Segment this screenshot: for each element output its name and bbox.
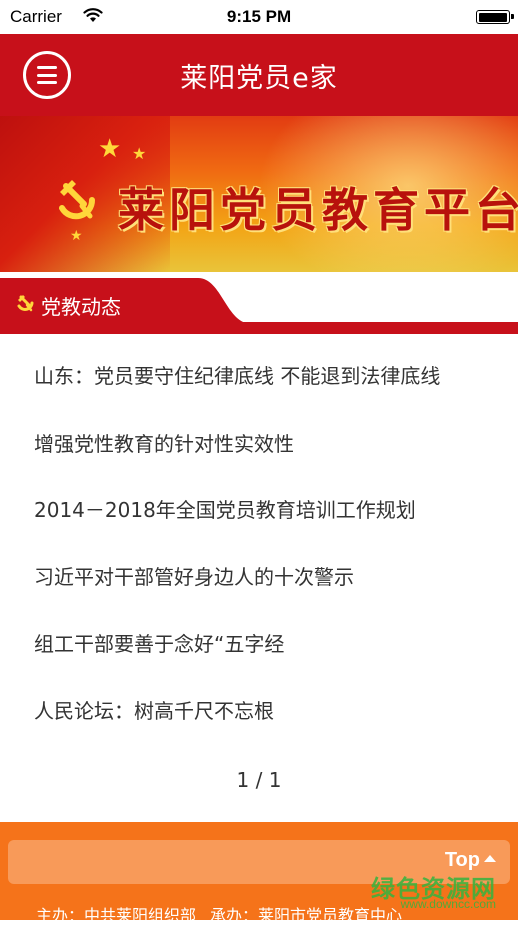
back-to-top-label: Top xyxy=(444,849,480,871)
pagination: 1 / 1 xyxy=(236,768,282,792)
status-bar: Carrier 9:15 PM xyxy=(0,0,518,34)
banner-title: 莱阳党员教育平台 xyxy=(118,183,518,237)
status-time: 9:15 PM xyxy=(226,7,292,26)
star-icon: ★ xyxy=(98,134,122,164)
footer: Top 主办：中共莱阳组织部 承办：莱阳市党员教育中心 绿色资源网 www.dow… xyxy=(0,822,518,925)
star-icon: ★ xyxy=(70,228,83,244)
news-card: 党教动态 山东：党员要守住纪律底线 不能退到法律底线 增强党性教育的针对性实效性… xyxy=(0,272,518,822)
section-title: 党教动态 xyxy=(41,295,121,319)
footer-host: 主办：中共莱阳组织部 xyxy=(36,906,197,925)
app-title: 莱阳党员e家 xyxy=(180,63,338,94)
footer-organizer: 承办：莱阳市党员教育中心 xyxy=(210,906,403,925)
watermark-url: www.downcc.com xyxy=(400,897,496,911)
news-item[interactable]: 2014－2018年全国党员教育培训工作规划 xyxy=(34,494,474,523)
news-item[interactable]: 习近平对干部管好身边人的十次警示 xyxy=(34,561,474,590)
battery-icon xyxy=(476,10,514,24)
news-item[interactable]: 人民论坛：树高千尺不忘根 xyxy=(34,695,474,724)
footer-info: 主办：中共莱阳组织部 承办：莱阳市党员教育中心 xyxy=(36,902,402,926)
caret-up-icon xyxy=(484,855,496,863)
banner: ★ ★ ★ 莱阳党员教育平台 xyxy=(0,116,518,272)
party-emblem-icon xyxy=(46,170,106,230)
news-item[interactable]: 组工干部要善于念好“五字经 xyxy=(34,628,474,657)
star-icon: ★ xyxy=(132,144,147,163)
party-emblem-icon xyxy=(14,292,36,314)
news-item[interactable]: 山东：党员要守住纪律底线 不能退到法律底线 xyxy=(34,360,474,389)
news-item[interactable]: 增强党性教育的针对性实效性 xyxy=(34,428,474,457)
section-header: 党教动态 xyxy=(0,272,518,334)
nav-bar: 莱阳党员e家 xyxy=(0,34,518,116)
